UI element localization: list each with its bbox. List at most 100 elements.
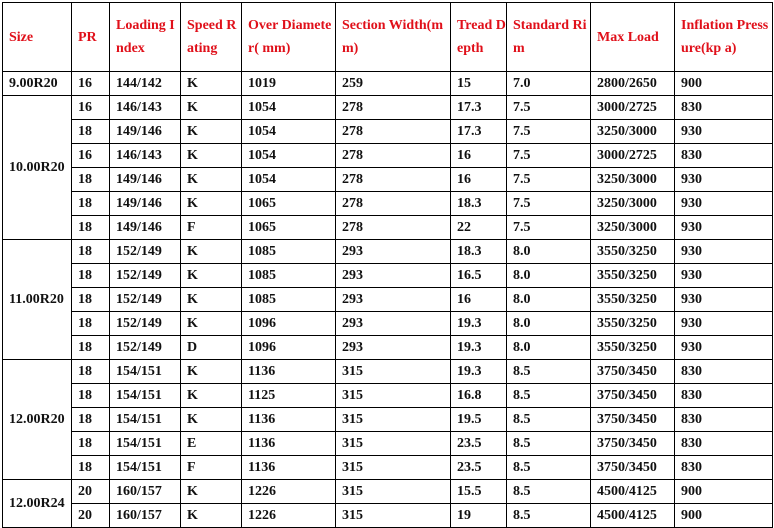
cell-over-diameter: 1019: [241, 71, 336, 96]
cell-inflation-pressure: 830: [674, 383, 773, 408]
cell-loading-index: 154/151: [109, 455, 181, 480]
cell-inflation-pressure: 900: [674, 71, 773, 96]
cell-over-diameter: 1125: [241, 383, 336, 408]
column-header-section-width: Section Width(mm): [335, 2, 451, 72]
cell-over-diameter: 1065: [241, 215, 336, 240]
cell-max-load: 3750/3450: [590, 383, 675, 408]
cell-over-diameter: 1136: [241, 359, 336, 384]
cell-section-width: 293: [335, 311, 451, 336]
cell-inflation-pressure: 930: [674, 239, 773, 264]
cell-max-load: 2800/2650: [590, 71, 675, 96]
table-row: 18 154/151 K 1136 315 19.5 8.5 3750/3450 830: [3, 407, 773, 432]
cell-max-load: 3250/3000: [590, 119, 675, 144]
cell-max-load: 3750/3450: [590, 455, 675, 480]
cell-over-diameter: 1226: [241, 479, 336, 504]
table-row: 18 152/149 D 1096 293 19.3 8.0 3550/3250 930: [3, 335, 773, 360]
table-row: 12.00R20 18 154/151 K 1136 315 19.3 8.5 3750/345…: [2, 359, 773, 480]
table-row: 18 154/151 E 1136 315 23.5 8.5 3750/3450 830: [3, 431, 773, 456]
cell-inflation-pressure: 930: [674, 119, 773, 144]
cell-section-width: 315: [335, 383, 451, 408]
cell-over-diameter: 1065: [241, 191, 336, 216]
cell-tread-depth: 18.3: [450, 239, 507, 264]
cell-loading-index: 154/151: [109, 359, 181, 384]
cell-tread-depth: 16.8: [450, 383, 507, 408]
cell-section-width: 259: [335, 71, 451, 96]
cell-tread-depth: 22: [450, 215, 507, 240]
cell-pr: 16: [71, 95, 110, 120]
cell-inflation-pressure: 930: [674, 167, 773, 192]
cell-pr: 18: [71, 215, 110, 240]
cell-pr: 18: [71, 239, 110, 264]
cell-standard-rim: 8.5: [506, 479, 591, 504]
table-row: 12.00R24 20 160/157 K 1226 315 15.5 8.5 4500/412…: [2, 479, 773, 528]
cell-standard-rim: 7.5: [506, 143, 591, 168]
cell-standard-rim: 7.5: [506, 119, 591, 144]
cell-loading-index: 152/149: [109, 239, 181, 264]
cell-max-load: 3750/3450: [590, 407, 675, 432]
cell-pr: 18: [71, 311, 110, 336]
cell-speed-rating: F: [180, 215, 242, 240]
column-header-standard-rim: Standard Rim: [506, 2, 591, 72]
cell-inflation-pressure: 930: [674, 287, 773, 312]
cell-over-diameter: 1096: [241, 311, 336, 336]
cell-max-load: 3250/3000: [590, 191, 675, 216]
cell-max-load: 3000/2725: [590, 143, 675, 168]
cell-tread-depth: 15.5: [450, 479, 507, 504]
cell-pr: 16: [71, 143, 110, 168]
cell-max-load: 3750/3450: [590, 431, 675, 456]
cell-loading-index: 149/146: [109, 167, 181, 192]
cell-inflation-pressure: 930: [674, 263, 773, 288]
cell-standard-rim: 8.5: [506, 383, 591, 408]
cell-speed-rating: E: [180, 431, 242, 456]
cell-standard-rim: 8.0: [506, 335, 591, 360]
cell-inflation-pressure: 930: [674, 215, 773, 240]
cell-tread-depth: 23.5: [450, 455, 507, 480]
table-row: 9.00R20 16 144/142 K 1019 259 15 7.0 2800/2650 90…: [2, 71, 773, 96]
table-row: 18 152/149 K 1085 293 16.5 8.0 3550/3250 930: [3, 263, 773, 288]
column-header-over-diameter: Over Diameter( mm): [241, 2, 336, 72]
column-header-size: Size: [2, 2, 72, 72]
cell-max-load: 3250/3000: [590, 167, 675, 192]
cell-pr: 18: [71, 119, 110, 144]
table-row: 18 149/146 K 1065 278 18.3 7.5 3250/3000 930: [3, 191, 773, 216]
cell-pr: 18: [71, 455, 110, 480]
cell-pr: 18: [71, 263, 110, 288]
cell-max-load: 4500/4125: [590, 479, 675, 504]
cell-pr: 18: [71, 335, 110, 360]
cell-speed-rating: K: [180, 407, 242, 432]
cell-over-diameter: 1136: [241, 431, 336, 456]
cell-section-width: 315: [335, 455, 451, 480]
table-row: 18 154/151 K 1125 315 16.8 8.5 3750/3450 830: [3, 383, 773, 408]
cell-speed-rating: K: [180, 359, 242, 384]
cell-max-load: 3550/3250: [590, 311, 675, 336]
cell-section-width: 278: [335, 191, 451, 216]
cell-tread-depth: 15: [450, 71, 507, 96]
cell-tread-depth: 17.3: [450, 119, 507, 144]
cell-pr: 18: [71, 383, 110, 408]
cell-max-load: 3550/3250: [590, 239, 675, 264]
cell-section-width: 315: [335, 479, 451, 504]
cell-standard-rim: 8.0: [506, 239, 591, 264]
cell-section-width: 315: [335, 407, 451, 432]
cell-speed-rating: K: [180, 239, 242, 264]
column-header-speed-rating: Speed Rating: [180, 2, 242, 72]
cell-over-diameter: 1054: [241, 167, 336, 192]
cell-standard-rim: 8.5: [506, 431, 591, 456]
cell-section-width: 293: [335, 239, 451, 264]
cell-over-diameter: 1085: [241, 239, 336, 264]
cell-over-diameter: 1136: [241, 455, 336, 480]
cell-size: 10.00R20: [2, 95, 72, 240]
table-row: 18 149/146 K 1054 278 17.3 7.5 3250/3000 930: [3, 119, 773, 144]
cell-over-diameter: 1085: [241, 263, 336, 288]
cell-loading-index: 144/142: [109, 71, 181, 96]
cell-loading-index: 149/146: [109, 215, 181, 240]
cell-loading-index: 154/151: [109, 407, 181, 432]
cell-section-width: 315: [335, 359, 451, 384]
cell-speed-rating: K: [180, 167, 242, 192]
cell-pr: 18: [71, 287, 110, 312]
cell-over-diameter: 1054: [241, 143, 336, 168]
cell-pr: 18: [71, 431, 110, 456]
tire-spec-table: Size PR Loading Index Speed Rating Over Diam…: [2, 2, 773, 528]
cell-loading-index: 146/143: [109, 143, 181, 168]
cell-over-diameter: 1085: [241, 287, 336, 312]
